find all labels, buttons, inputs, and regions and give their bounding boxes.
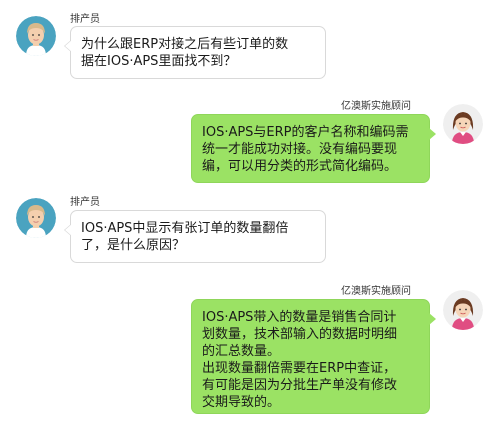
message-line: 出现数量翻倍需要在ERP中查证，: [202, 361, 397, 376]
message-line: IOS·APS带入的数量是销售合同计: [202, 310, 397, 325]
sender-name: 排产员: [70, 14, 100, 25]
sender-name: 亿澳斯实施顾问: [341, 101, 411, 112]
female-consultant-avatar-icon[interactable]: [443, 290, 483, 330]
message-line: 为什么跟ERP对接之后有些订单的数: [81, 37, 289, 52]
female-user-avatar-icon[interactable]: [16, 198, 56, 238]
message-line: 据在IOS·APS里面找不到？: [81, 54, 237, 69]
message-line: 编，可以用分类的形式简化编码。: [202, 159, 398, 174]
message-bubble: 为什么跟ERP对接之后有些订单的数 据在IOS·APS里面找不到？: [64, 26, 326, 79]
message-line: 交期导致的。: [202, 395, 281, 410]
message-bubble: IOS·APS带入的数量是销售合同计 划数量，技术部输入的数据时明细 的汇总数量…: [191, 299, 436, 414]
sender-name: 亿澳斯实施顾问: [341, 286, 411, 297]
sender-name: 排产员: [70, 197, 100, 208]
message-line: IOS·APS与ERP的客户名称和编码需: [202, 125, 409, 140]
message-line: 有可能是因为分批生产单没有修改: [202, 378, 398, 393]
chat-conversation: 排产员 为什么跟ERP对接之后有些订单的数 据在IOS·APS里面找不到？ 亿澳…: [0, 0, 498, 424]
message-line: 统一才能成功对接。没有编码要现: [202, 142, 398, 157]
message-line: 划数量，技术部输入的数据时明细: [202, 327, 398, 342]
message-line: IOS·APS中显示有张订单的数量翻倍: [81, 221, 289, 236]
female-user-avatar-icon[interactable]: [16, 16, 56, 56]
message-line: 了，是什么原因？: [81, 238, 186, 253]
message-bubble: IOS·APS中显示有张订单的数量翻倍 了，是什么原因？: [64, 210, 326, 263]
message-bubble: IOS·APS与ERP的客户名称和编码需 统一才能成功对接。没有编码要现 编，可…: [191, 114, 436, 183]
message-line: 的汇总数量。: [202, 344, 281, 359]
female-consultant-avatar-icon[interactable]: [443, 104, 483, 144]
